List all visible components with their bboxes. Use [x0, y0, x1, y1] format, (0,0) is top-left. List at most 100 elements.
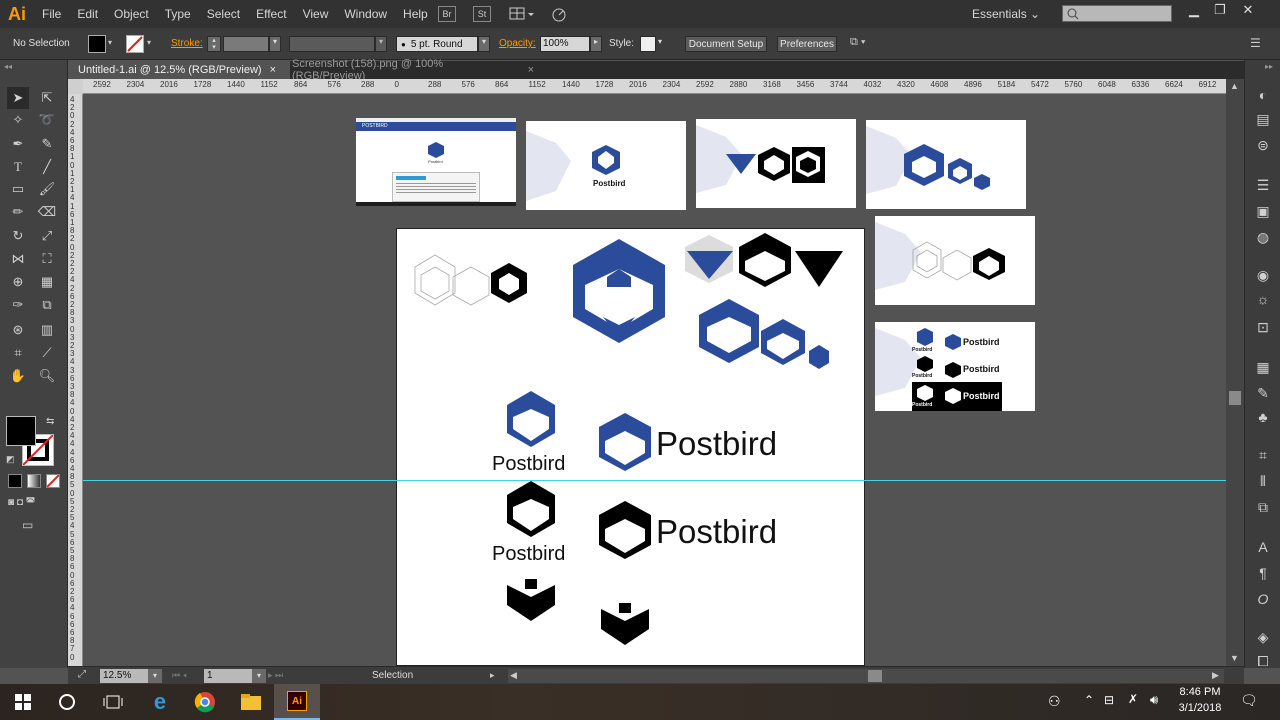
- brush-definition[interactable]: ● 5 pt. Round: [396, 36, 478, 52]
- next-artboard-icon[interactable]: ▸ ⏭: [268, 670, 283, 681]
- select-similar-icon[interactable]: ⧉ ▾: [850, 36, 878, 52]
- menu-type[interactable]: Type: [157, 0, 199, 28]
- wifi-status-icon[interactable]: ✗: [1128, 692, 1138, 706]
- shaper-tool-icon[interactable]: ✏: [7, 201, 29, 223]
- menu-edit[interactable]: Edit: [69, 0, 106, 28]
- logo-concept-thumbnail-3[interactable]: [866, 120, 1026, 209]
- column-graph-tool-icon[interactable]: ▥: [36, 319, 58, 341]
- task-view-icon[interactable]: [90, 684, 136, 720]
- preferences-button[interactable]: Preferences: [777, 36, 837, 52]
- scroll-right-icon[interactable]: ▶: [1212, 670, 1219, 681]
- expand-panels-icon[interactable]: ▸▸: [1265, 62, 1273, 71]
- horizontal-scrollbar[interactable]: ◀ ▶: [508, 669, 1224, 683]
- opacity-label[interactable]: Opacity:: [499, 38, 536, 49]
- taskbar-clock-time[interactable]: 8:46 PM: [1170, 686, 1230, 698]
- artboard-tool-icon[interactable]: ⌗: [7, 342, 29, 364]
- hand-tool-icon[interactable]: ✋: [7, 365, 29, 387]
- vertical-scrollbar[interactable]: ▲ ▼: [1226, 79, 1244, 666]
- default-colors-icon[interactable]: ◩: [6, 454, 15, 465]
- drawing-modes-icon[interactable]: ◙ ◘ ◚: [8, 497, 60, 511]
- gradient-panel-icon[interactable]: ▣: [1251, 200, 1275, 222]
- stroke-swatch[interactable]: [126, 35, 144, 53]
- pathfinder-panel-icon[interactable]: ⧉: [1251, 496, 1275, 518]
- illustrator-taskbar-icon[interactable]: Ai: [274, 684, 320, 720]
- tab-untitled-1[interactable]: Untitled-1.ai @ 12.5% (RGB/Preview) ×: [68, 61, 290, 79]
- bridge-button[interactable]: Br: [438, 6, 456, 22]
- fill-swatch[interactable]: [88, 35, 106, 53]
- menu-file[interactable]: File: [34, 0, 69, 28]
- slice-tool-icon[interactable]: ⟋: [36, 342, 58, 364]
- color-panel-icon[interactable]: ◐: [1251, 84, 1275, 106]
- direct-selection-tool-icon[interactable]: ⇱: [36, 87, 58, 109]
- stroke-label[interactable]: Stroke:: [171, 38, 203, 49]
- magic-wand-tool-icon[interactable]: ✧: [7, 109, 29, 131]
- arrange-documents-icon[interactable]: [508, 5, 536, 23]
- paintbrush-tool-icon[interactable]: 🖌: [36, 178, 58, 200]
- horizontal-guide[interactable]: [83, 480, 1226, 481]
- fill-color-front[interactable]: [6, 416, 36, 446]
- rotate-tool-icon[interactable]: ↻: [7, 225, 29, 247]
- menu-select[interactable]: Select: [199, 0, 248, 28]
- swap-colors-icon[interactable]: ⇆: [46, 416, 54, 427]
- export-panel-icon[interactable]: ⊡: [1251, 316, 1275, 338]
- layers-panel-icon[interactable]: ◈: [1251, 626, 1275, 648]
- shape-builder-tool-icon[interactable]: ⊕: [7, 271, 29, 293]
- fill-dropdown-icon[interactable]: ▾: [108, 38, 118, 50]
- width-tool-icon[interactable]: ⋈: [7, 248, 29, 270]
- lasso-tool-icon[interactable]: ➰: [36, 109, 58, 131]
- stroke-weight-stepper[interactable]: ▴ ▾: [207, 36, 221, 52]
- people-icon[interactable]: ⚇: [1048, 693, 1061, 710]
- scroll-thumb[interactable]: [868, 670, 882, 682]
- variable-width-profile[interactable]: [289, 36, 375, 52]
- ruler-origin[interactable]: [68, 79, 83, 94]
- stroke-dropdown-icon[interactable]: ▾: [147, 38, 157, 50]
- rectangle-tool-icon[interactable]: ▭: [7, 178, 29, 200]
- selection-tool-icon[interactable]: ➤: [7, 87, 29, 109]
- eyedropper-tool-icon[interactable]: ✑: [7, 294, 29, 316]
- free-transform-tool-icon[interactable]: ⛶: [36, 248, 58, 270]
- appearance-panel-icon[interactable]: ◉: [1251, 264, 1275, 286]
- gradient-mode-icon[interactable]: [27, 474, 41, 488]
- volume-icon[interactable]: 🔊︎: [1150, 692, 1158, 708]
- screenshot-thumbnail[interactable]: POSTBIRD Postbird: [356, 118, 516, 206]
- curvature-tool-icon[interactable]: ✎: [36, 133, 58, 155]
- action-center-icon[interactable]: 🗨︎: [1240, 692, 1258, 709]
- status-menu-icon[interactable]: ▸: [490, 670, 495, 681]
- collapse-icon[interactable]: ◂◂: [4, 62, 12, 71]
- current-tool-status[interactable]: Selection: [372, 670, 413, 681]
- screen-mode-icon[interactable]: ▭: [22, 518, 44, 532]
- workspace-switcher[interactable]: Essentials ⌄: [972, 0, 1040, 28]
- artboard-dropdown-icon[interactable]: ▾: [252, 669, 266, 683]
- symbols-panel-icon[interactable]: ♣: [1251, 406, 1275, 428]
- none-mode-icon[interactable]: [46, 474, 60, 488]
- chrome-browser-icon[interactable]: [182, 684, 228, 720]
- panel-menu-icon[interactable]: ☰: [1250, 36, 1270, 52]
- color-guide-icon[interactable]: ▤: [1251, 108, 1275, 130]
- cc-libraries-icon[interactable]: ⊜: [1251, 134, 1275, 156]
- blend-tool-icon[interactable]: ⧉: [36, 294, 58, 316]
- logo-concept-thumbnail-5[interactable]: Postbird Postbird Postbird Postbird Post…: [875, 322, 1035, 411]
- scroll-up-icon[interactable]: ▲: [1230, 81, 1239, 91]
- logo-concept-thumbnail-2[interactable]: [696, 119, 856, 208]
- first-artboard-icon[interactable]: ⏮ ◂: [172, 670, 187, 681]
- menu-object[interactable]: Object: [106, 0, 157, 28]
- profile-dropdown[interactable]: ▾: [375, 36, 387, 52]
- color-mode-icon[interactable]: [8, 474, 22, 488]
- file-explorer-icon[interactable]: [228, 684, 274, 720]
- zoom-dropdown-icon[interactable]: ▾: [148, 669, 162, 683]
- artboard-1[interactable]: Postbird Postbird Postbird Postbird: [396, 228, 865, 666]
- vertical-ruler[interactable]: 4202468101214161820222426283032343638404…: [68, 94, 83, 666]
- brushes-panel-icon[interactable]: ✎: [1251, 382, 1275, 404]
- gpu-performance-icon[interactable]: [548, 5, 570, 23]
- minimize-icon[interactable]: ▁: [1180, 0, 1208, 20]
- swatches-panel-icon[interactable]: ▦: [1251, 356, 1275, 378]
- stock-button[interactable]: St: [473, 6, 491, 22]
- gradient-tool-icon[interactable]: ▦: [36, 271, 58, 293]
- brush-dropdown[interactable]: ▾: [478, 36, 490, 52]
- restore-icon[interactable]: ❐: [1206, 0, 1234, 20]
- pen-tool-icon[interactable]: ✒: [7, 133, 29, 155]
- menu-view[interactable]: View: [295, 0, 337, 28]
- opacity-slider-toggle[interactable]: ▸: [590, 36, 602, 52]
- stroke-weight-dropdown[interactable]: ▾: [269, 36, 281, 52]
- zoom-tool-icon[interactable]: 🔍︎: [36, 365, 58, 387]
